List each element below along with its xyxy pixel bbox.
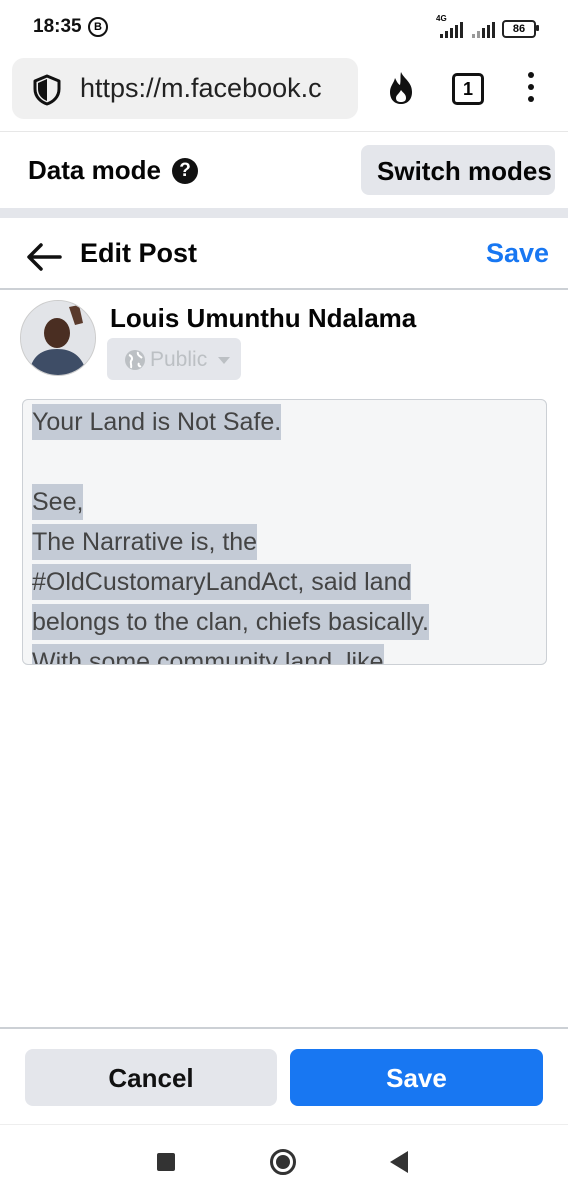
- post-text-line: See,: [32, 482, 542, 522]
- overflow-menu-icon[interactable]: [528, 72, 538, 108]
- post-text-line-content: belongs to the clan, chiefs basically.: [32, 604, 429, 640]
- post-text-line-content: With some community land, like: [32, 644, 384, 664]
- post-text: Your Land is Not Safe. See, The Narrative …: [32, 402, 542, 664]
- recent-apps-icon[interactable]: [157, 1153, 175, 1171]
- globe-icon: [124, 349, 146, 376]
- tab-switcher-button[interactable]: 1: [452, 73, 484, 105]
- shield-icon[interactable]: [30, 73, 64, 112]
- signal-strength-icon-2: [472, 22, 495, 38]
- cancel-button[interactable]: Cancel: [25, 1049, 277, 1106]
- url-text[interactable]: https://m.facebook.c: [80, 73, 338, 104]
- status-time: 18:35: [33, 16, 82, 37]
- fire-icon[interactable]: [386, 70, 416, 111]
- avatar[interactable]: [20, 300, 96, 376]
- help-icon[interactable]: ?: [172, 158, 198, 184]
- save-button[interactable]: Save: [290, 1049, 543, 1106]
- section-divider: [0, 208, 568, 218]
- post-text-line: The Narrative is, the: [32, 522, 542, 562]
- post-text-line-content: #OldCustomaryLandAct, said land: [32, 564, 412, 600]
- post-text-line: With some community land, like: [32, 642, 542, 664]
- battery-tip: [536, 25, 539, 31]
- footer-divider: [0, 1027, 568, 1029]
- header-divider: [0, 288, 568, 290]
- page-title: Edit Post: [80, 238, 198, 268]
- post-text-input[interactable]: Your Land is Not Safe. See, The Narrative …: [22, 399, 547, 665]
- audience-label: Public: [150, 348, 208, 371]
- header-save-button[interactable]: Save: [486, 238, 549, 269]
- home-icon[interactable]: [270, 1149, 296, 1175]
- notification-badge-icon: B: [88, 17, 108, 37]
- back-arrow-icon[interactable]: [26, 242, 62, 277]
- caret-down-icon: [218, 357, 230, 364]
- switch-modes-button[interactable]: Switch modes: [361, 145, 555, 195]
- post-text-line: Your Land is Not Safe.: [32, 402, 542, 442]
- data-mode-label: Data mode: [28, 155, 161, 185]
- post-text-line: #OldCustomaryLandAct, said land: [32, 562, 542, 602]
- author-name: Louis Umunthu Ndalama: [110, 303, 417, 333]
- post-text-line-content: See,: [32, 484, 84, 520]
- system-back-icon[interactable]: [390, 1151, 408, 1173]
- post-text-line: belongs to the clan, chiefs basically.: [32, 602, 542, 642]
- post-text-line-content: Your Land is Not Safe.: [32, 404, 282, 440]
- battery-icon: 86: [502, 20, 536, 38]
- post-text-line: [32, 442, 542, 482]
- signal-strength-icon: [440, 22, 463, 38]
- post-text-line-content: The Narrative is, the: [32, 524, 258, 560]
